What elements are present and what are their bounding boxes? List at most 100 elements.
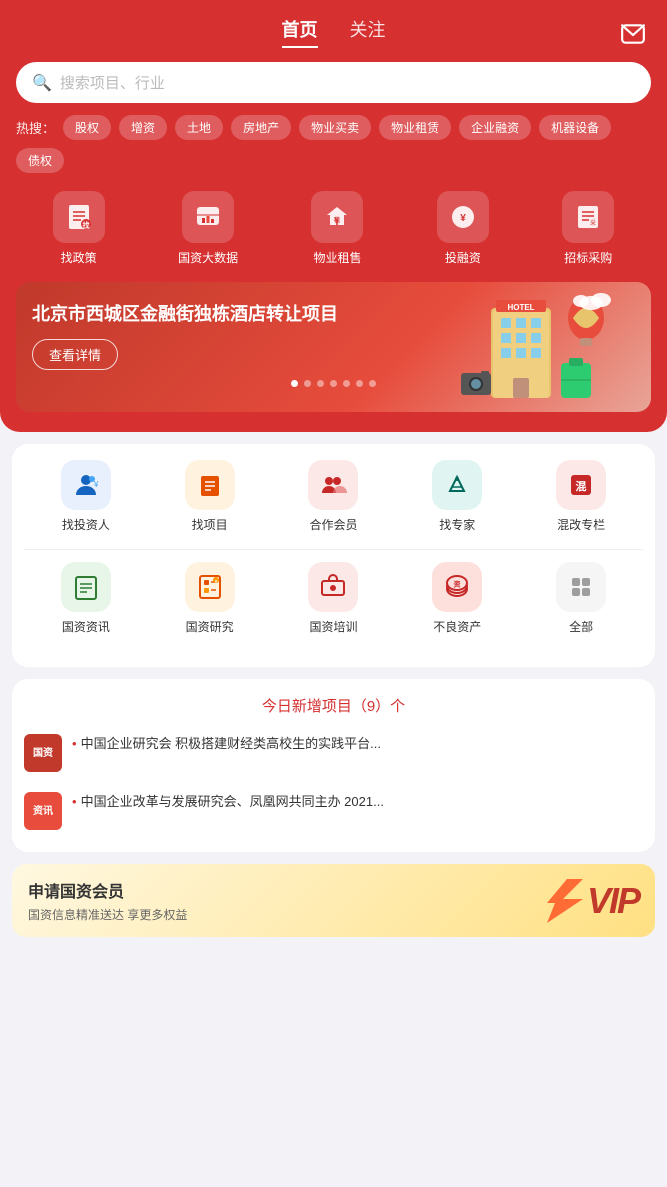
svg-text:¥: ¥ <box>93 480 99 489</box>
banner-illustration: HOTEL <box>421 288 641 408</box>
label-guozi-news: 国资资讯 <box>62 618 110 635</box>
news-item-0[interactable]: 国资 •中国企业研究会 积极搭建财经类高校生的实践平台... <box>24 728 643 778</box>
investor-icon: ¥ <box>61 460 111 510</box>
second-menu-card: ¥ 找投资人 找项目 <box>12 444 655 667</box>
menu-item-investment[interactable]: ¥ 投融资 <box>437 191 489 266</box>
hot-search-section: 热搜： 股权 增资 土地 房地产 物业买卖 物业租赁 企业融资 机器设备 债权 <box>16 115 651 173</box>
property-rent-icon: 租 <box>311 191 363 243</box>
menu-find-expert[interactable]: 找专家 <box>432 460 482 533</box>
dot-4[interactable] <box>343 380 350 387</box>
menu-bad-assets[interactable]: 资 不良资产 <box>432 562 482 635</box>
banner-detail-button[interactable]: 查看详情 <box>32 339 118 370</box>
vip-banner[interactable]: 申请国资会员 国资信息精准送达 享更多权益 VIP <box>12 864 655 937</box>
label-find-project: 找项目 <box>192 516 228 533</box>
news-text-1: •中国企业改革与发展研究会、凤凰网共同主办 2021... <box>72 792 643 812</box>
news-item-1[interactable]: 资讯 •中国企业改革与发展研究会、凤凰网共同主办 2021... <box>24 786 643 836</box>
bad-assets-icon: 资 <box>432 562 482 612</box>
vip-text: VIP <box>587 880 639 922</box>
find-project-icon <box>185 460 235 510</box>
investment-icon: ¥ <box>437 191 489 243</box>
tab-home[interactable]: 首页 <box>282 16 318 48</box>
vip-title: 申请国资会员 <box>28 878 187 902</box>
menu-row-2: 国资资讯 ★ 国资研究 <box>24 562 643 635</box>
search-bar[interactable]: 🔍 搜索项目、行业 <box>16 62 651 103</box>
top-icon-menu: 找 找政策 国资大数据 <box>16 191 651 266</box>
lightning-icon <box>547 879 583 923</box>
menu-label-bidding: 招标采购 <box>564 249 612 266</box>
news-text-0: •中国企业研究会 积极搭建财经类高校生的实践平台... <box>72 734 643 754</box>
vip-left: 申请国资会员 国资信息精准送达 享更多权益 <box>28 878 187 923</box>
dot-1[interactable] <box>304 380 311 387</box>
news-badge-0: 国资 <box>24 734 62 772</box>
svg-text:混: 混 <box>576 479 587 493</box>
menu-item-property-rent[interactable]: 租 物业租售 <box>311 191 363 266</box>
hot-tag-0[interactable]: 股权 <box>63 115 111 140</box>
hot-tag-4[interactable]: 物业买卖 <box>299 115 371 140</box>
hot-search-label: 热搜： <box>16 118 55 137</box>
hot-tag-2[interactable]: 土地 <box>175 115 223 140</box>
today-count: 今日新增项目（9）个 <box>24 695 643 716</box>
svg-text:租: 租 <box>334 216 340 224</box>
svg-text:资: 资 <box>454 580 461 589</box>
news-badge-1: 资讯 <box>24 792 62 830</box>
top-navigation: 首页 关注 <box>16 16 651 48</box>
guozi-training-icon <box>308 562 358 612</box>
menu-item-bidding[interactable]: 采 招标采购 <box>562 191 614 266</box>
main-banner: 北京市西城区金融街独栋酒店转让项目 查看详情 <box>16 282 651 412</box>
search-placeholder: 搜索项目、行业 <box>60 72 165 93</box>
menu-item-guozi-data[interactable]: 国资大数据 <box>178 191 238 266</box>
guozi-data-icon <box>182 191 234 243</box>
label-partner-member: 合作会员 <box>309 516 357 533</box>
guozi-research-icon: ★ <box>185 562 235 612</box>
menu-investor[interactable]: ¥ 找投资人 <box>61 460 111 533</box>
divider <box>24 549 643 550</box>
menu-guozi-training[interactable]: 国资培训 <box>308 562 358 635</box>
dot-2[interactable] <box>317 380 324 387</box>
hot-tag-6[interactable]: 企业融资 <box>459 115 531 140</box>
menu-row-1: ¥ 找投资人 找项目 <box>24 460 643 533</box>
label-hunggai: 混改专栏 <box>557 516 605 533</box>
menu-all[interactable]: 全部 <box>556 562 606 635</box>
label-guozi-training: 国资培训 <box>309 618 357 635</box>
menu-label-property-rent: 物业租售 <box>313 249 361 266</box>
menu-find-project[interactable]: 找项目 <box>185 460 235 533</box>
label-investor: 找投资人 <box>62 516 110 533</box>
hot-tag-5[interactable]: 物业租赁 <box>379 115 451 140</box>
label-guozi-research: 国资研究 <box>186 618 234 635</box>
label-bad-assets: 不良资产 <box>433 618 481 635</box>
menu-guozi-research[interactable]: ★ 国资研究 <box>185 562 235 635</box>
hot-tag-7[interactable]: 机器设备 <box>539 115 611 140</box>
svg-text:★: ★ <box>214 579 218 584</box>
banner-title: 北京市西城区金融街独栋酒店转让项目 <box>32 302 364 327</box>
hot-tag-8[interactable]: 债权 <box>16 148 64 173</box>
hunggai-icon: 混 <box>556 460 606 510</box>
label-find-expert: 找专家 <box>439 516 475 533</box>
svg-text:HOTEL: HOTEL <box>507 303 534 312</box>
hot-tag-1[interactable]: 增资 <box>119 115 167 140</box>
message-icon[interactable] <box>615 16 651 52</box>
menu-partner-member[interactable]: 合作会员 <box>308 460 358 533</box>
dot-3[interactable] <box>330 380 337 387</box>
dot-6[interactable] <box>369 380 376 387</box>
dot-5[interactable] <box>356 380 363 387</box>
svg-text:找: 找 <box>82 221 89 230</box>
svg-text:采: 采 <box>590 219 596 227</box>
vip-subtitle: 国资信息精准送达 享更多权益 <box>28 906 187 923</box>
expert-icon <box>432 460 482 510</box>
svg-text:¥: ¥ <box>460 213 466 224</box>
menu-item-policy[interactable]: 找 找政策 <box>53 191 105 266</box>
menu-label-investment: 投融资 <box>445 249 481 266</box>
menu-label-policy: 找政策 <box>61 249 97 266</box>
menu-hunggai[interactable]: 混 混改专栏 <box>556 460 606 533</box>
all-icon <box>556 562 606 612</box>
policy-icon: 找 <box>53 191 105 243</box>
label-all: 全部 <box>569 618 593 635</box>
hot-tag-3[interactable]: 房地产 <box>231 115 291 140</box>
news-card: 今日新增项目（9）个 国资 •中国企业研究会 积极搭建财经类高校生的实践平台..… <box>12 679 655 852</box>
dot-0[interactable] <box>291 380 298 387</box>
menu-label-guozi-data: 国资大数据 <box>178 249 238 266</box>
tab-follow[interactable]: 关注 <box>350 16 386 48</box>
menu-guozi-news[interactable]: 国资资讯 <box>61 562 111 635</box>
search-icon: 🔍 <box>32 73 52 93</box>
guozi-news-icon <box>61 562 111 612</box>
